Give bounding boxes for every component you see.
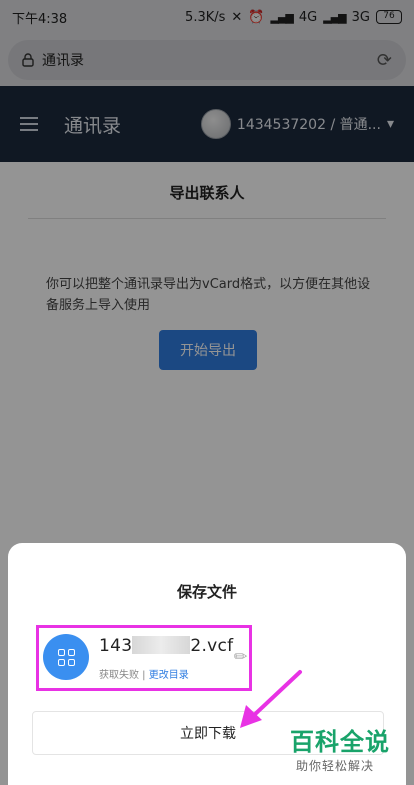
watermark-subtitle: 助你轻松解决 [296, 759, 375, 773]
watermark: 百科全说 助你轻松解决 [290, 722, 410, 774]
pointer-arrow [240, 670, 302, 728]
watermark-title: 百科全说 [290, 728, 390, 756]
